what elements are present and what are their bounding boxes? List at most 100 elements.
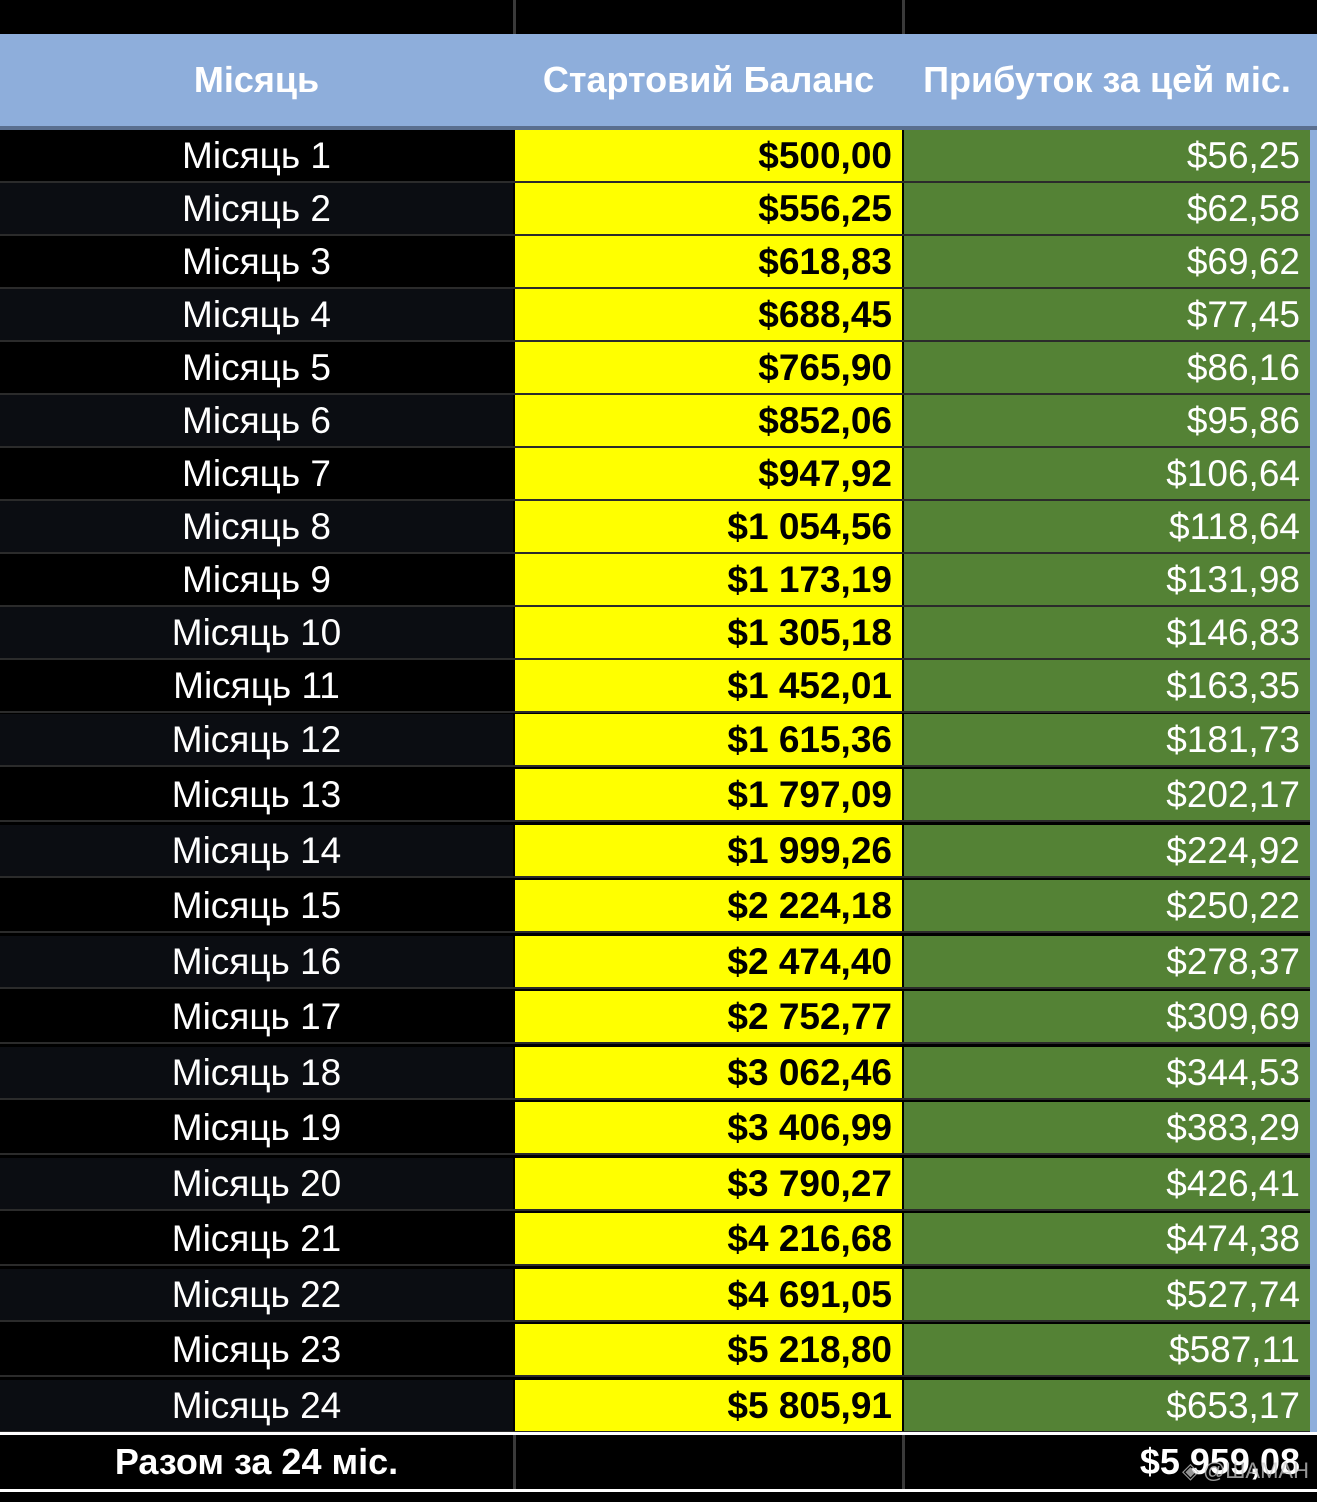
table-row: Місяць 2 $556,25 $62,58 xyxy=(0,183,1317,236)
table-row: Місяць 9 $1 173,19 $131,98 xyxy=(0,554,1317,607)
table-row: Місяць 1 $500,00 $56,25 xyxy=(0,130,1317,183)
table-row: Місяць 15 $2 224,18 $250,22 xyxy=(0,880,1317,933)
header-monthly-profit[interactable]: Прибуток за цей міс. xyxy=(904,34,1310,126)
monthly-profit-cell[interactable]: $181,73 xyxy=(904,714,1310,765)
month-cell[interactable]: Місяць 4 xyxy=(0,289,513,340)
month-cell[interactable]: Місяць 19 xyxy=(0,1102,513,1153)
month-cell[interactable]: Місяць 8 xyxy=(0,501,513,552)
total-label[interactable]: Разом за 24 міс. xyxy=(0,1435,513,1489)
start-balance-cell[interactable]: $3 062,46 xyxy=(515,1047,902,1098)
start-balance-cell[interactable]: $4 691,05 xyxy=(515,1269,902,1320)
start-balance-cell[interactable]: $1 797,09 xyxy=(515,769,902,820)
monthly-profit-cell[interactable]: $202,17 xyxy=(904,769,1310,820)
monthly-profit-cell[interactable]: $106,64 xyxy=(904,448,1310,499)
monthly-profit-cell[interactable]: $95,86 xyxy=(904,395,1310,446)
start-balance-cell[interactable]: $947,92 xyxy=(515,448,902,499)
row-divider xyxy=(0,1375,1317,1377)
month-cell[interactable]: Місяць 9 xyxy=(0,554,513,605)
spreadsheet: Місяць Стартовий Баланс Прибуток за цей … xyxy=(0,0,1317,1502)
month-cell[interactable]: Місяць 12 xyxy=(0,714,513,765)
monthly-profit-cell[interactable]: $118,64 xyxy=(904,501,1310,552)
month-cell[interactable]: Місяць 22 xyxy=(0,1269,513,1320)
monthly-profit-cell[interactable]: $56,25 xyxy=(904,130,1310,181)
start-balance-cell[interactable]: $4 216,68 xyxy=(515,1213,902,1264)
month-cell[interactable]: Місяць 14 xyxy=(0,825,513,876)
table-row: Місяць 17 $2 752,77 $309,69 xyxy=(0,991,1317,1044)
start-balance-cell[interactable]: $688,45 xyxy=(515,289,902,340)
month-cell[interactable]: Місяць 23 xyxy=(0,1324,513,1375)
start-balance-cell[interactable]: $765,90 xyxy=(515,342,902,393)
month-cell[interactable]: Місяць 20 xyxy=(0,1158,513,1209)
monthly-profit-cell[interactable]: $250,22 xyxy=(904,880,1310,931)
start-balance-cell[interactable]: $618,83 xyxy=(515,236,902,287)
start-balance-cell[interactable]: $500,00 xyxy=(515,130,902,181)
table-row: Місяць 8 $1 054,56 $118,64 xyxy=(0,501,1317,554)
start-balance-cell[interactable]: $5 218,80 xyxy=(515,1324,902,1375)
month-cell[interactable]: Місяць 13 xyxy=(0,769,513,820)
header-month[interactable]: Місяць xyxy=(0,34,513,126)
start-balance-cell[interactable]: $3 406,99 xyxy=(515,1102,902,1153)
month-cell[interactable]: Місяць 6 xyxy=(0,395,513,446)
table-row: Місяць 7 $947,92 $106,64 xyxy=(0,448,1317,501)
month-cell[interactable]: Місяць 11 xyxy=(0,660,513,711)
start-balance-cell[interactable]: $1 615,36 xyxy=(515,714,902,765)
start-balance-cell[interactable]: $1 173,19 xyxy=(515,554,902,605)
table-row: Місяць 24 $5 805,91 $653,17 xyxy=(0,1380,1317,1433)
row-divider xyxy=(0,1264,1317,1266)
month-cell[interactable]: Місяць 15 xyxy=(0,880,513,931)
row-divider xyxy=(0,931,1317,933)
monthly-profit-cell[interactable]: $77,45 xyxy=(904,289,1310,340)
row-divider xyxy=(0,987,1317,989)
monthly-profit-cell[interactable]: $587,11 xyxy=(904,1324,1310,1375)
start-balance-cell[interactable]: $1 305,18 xyxy=(515,607,902,658)
monthly-profit-cell[interactable]: $309,69 xyxy=(904,991,1310,1042)
month-cell[interactable]: Місяць 16 xyxy=(0,936,513,987)
month-cell[interactable]: Місяць 24 xyxy=(0,1380,513,1431)
monthly-profit-cell[interactable]: $527,74 xyxy=(904,1269,1310,1320)
watermark: ◈ @ШАМАН xyxy=(1182,1458,1309,1484)
row-divider xyxy=(0,1320,1317,1322)
monthly-profit-cell[interactable]: $474,38 xyxy=(904,1213,1310,1264)
column-separator xyxy=(902,0,905,34)
start-balance-cell[interactable]: $5 805,91 xyxy=(515,1380,902,1431)
monthly-profit-cell[interactable]: $426,41 xyxy=(904,1158,1310,1209)
monthly-profit-cell[interactable]: $69,62 xyxy=(904,236,1310,287)
row-divider xyxy=(0,711,1317,713)
month-cell[interactable]: Місяць 18 xyxy=(0,1047,513,1098)
monthly-profit-cell[interactable]: $653,17 xyxy=(904,1380,1310,1431)
monthly-profit-cell[interactable]: $86,16 xyxy=(904,342,1310,393)
column-separator xyxy=(513,1435,516,1489)
table-row: Місяць 3 $618,83 $69,62 xyxy=(0,236,1317,289)
start-balance-cell[interactable]: $2 224,18 xyxy=(515,880,902,931)
start-balance-cell[interactable]: $852,06 xyxy=(515,395,902,446)
start-balance-cell[interactable]: $2 474,40 xyxy=(515,936,902,987)
start-balance-cell[interactable]: $556,25 xyxy=(515,183,902,234)
table-row: Місяць 19 $3 406,99 $383,29 xyxy=(0,1102,1317,1155)
month-cell[interactable]: Місяць 3 xyxy=(0,236,513,287)
monthly-profit-cell[interactable]: $163,35 xyxy=(904,660,1310,711)
month-cell[interactable]: Місяць 2 xyxy=(0,183,513,234)
header-start-balance[interactable]: Стартовий Баланс xyxy=(515,34,902,126)
month-cell[interactable]: Місяць 17 xyxy=(0,991,513,1042)
table-row: Місяць 5 $765,90 $86,16 xyxy=(0,342,1317,395)
start-balance-cell[interactable]: $1 452,01 xyxy=(515,660,902,711)
start-balance-cell[interactable]: $1 999,26 xyxy=(515,825,902,876)
month-cell[interactable]: Місяць 7 xyxy=(0,448,513,499)
monthly-profit-cell[interactable]: $344,53 xyxy=(904,1047,1310,1098)
month-cell[interactable]: Місяць 5 xyxy=(0,342,513,393)
row-divider xyxy=(0,765,1317,767)
start-balance-cell[interactable]: $3 790,27 xyxy=(515,1158,902,1209)
monthly-profit-cell[interactable]: $62,58 xyxy=(904,183,1310,234)
month-cell[interactable]: Місяць 10 xyxy=(0,607,513,658)
monthly-profit-cell[interactable]: $131,98 xyxy=(904,554,1310,605)
monthly-profit-cell[interactable]: $278,37 xyxy=(904,936,1310,987)
month-cell[interactable]: Місяць 1 xyxy=(0,130,513,181)
monthly-profit-cell[interactable]: $224,92 xyxy=(904,825,1310,876)
start-balance-cell[interactable]: $1 054,56 xyxy=(515,501,902,552)
table-row: Місяць 21 $4 216,68 $474,38 xyxy=(0,1213,1317,1266)
start-balance-cell[interactable]: $2 752,77 xyxy=(515,991,902,1042)
month-cell[interactable]: Місяць 21 xyxy=(0,1213,513,1264)
monthly-profit-cell[interactable]: $146,83 xyxy=(904,607,1310,658)
table-row: Місяць 18 $3 062,46 $344,53 xyxy=(0,1047,1317,1100)
monthly-profit-cell[interactable]: $383,29 xyxy=(904,1102,1310,1153)
